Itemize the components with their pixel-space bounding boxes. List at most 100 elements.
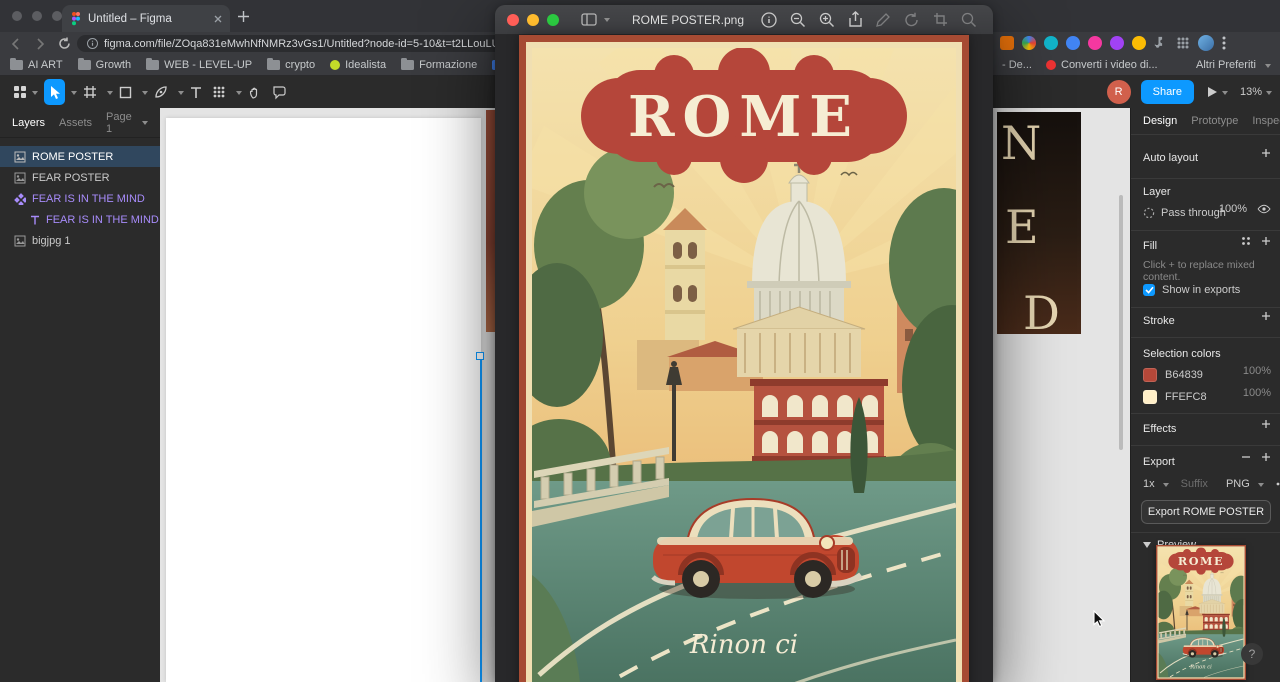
crop-icon[interactable]: [933, 12, 948, 27]
layer-row-text[interactable]: FEAR IS IN THE MIND: [0, 209, 160, 230]
export-format[interactable]: PNG: [1226, 478, 1250, 490]
tab-prototype[interactable]: Prototype: [1191, 115, 1238, 127]
maximize-window-icon[interactable]: [52, 11, 62, 21]
color-opacity[interactable]: 100%: [1243, 387, 1271, 399]
fear-poster-canvas[interactable]: N E D: [997, 112, 1081, 334]
close-tab-icon[interactable]: [214, 15, 222, 23]
bookmark-item[interactable]: Idealista: [330, 59, 386, 71]
add-effect-icon[interactable]: [1261, 419, 1271, 429]
extension-icon[interactable]: [1066, 36, 1080, 50]
apps-grid-icon[interactable]: [1176, 36, 1190, 50]
extension-icon[interactable]: [1088, 36, 1102, 50]
chevron-down-icon[interactable]: [236, 91, 242, 98]
bookmark-item[interactable]: Growth: [78, 59, 131, 71]
layer-row-fear-poster[interactable]: FEAR POSTER: [0, 167, 160, 188]
rotate-icon[interactable]: [904, 12, 920, 27]
browser-menu-icon[interactable]: [1222, 36, 1226, 50]
color-opacity[interactable]: 100%: [1243, 365, 1271, 377]
share-icon[interactable]: [848, 11, 863, 28]
minimize-window-icon[interactable]: [32, 11, 42, 21]
add-export-icon[interactable]: [1261, 452, 1271, 462]
extension-icon[interactable]: [1044, 36, 1058, 50]
shape-tool[interactable]: [115, 79, 136, 105]
eye-icon[interactable]: [1257, 204, 1271, 214]
show-in-exports-checkbox[interactable]: [1143, 284, 1155, 296]
layer-row-bigjpg[interactable]: bigjpg 1: [0, 230, 160, 251]
bookmarks-overflow[interactable]: Altri Preferiti: [1196, 59, 1271, 71]
color-swatch[interactable]: [1143, 390, 1157, 404]
resources-tool[interactable]: [208, 79, 230, 105]
bookmark-item[interactable]: WEB - LEVEL-UP: [146, 59, 252, 71]
close-window-icon[interactable]: [12, 11, 22, 21]
page-selector[interactable]: Page 1: [106, 111, 148, 135]
frame-tool[interactable]: [79, 79, 101, 105]
bookmark-item[interactable]: AI ART: [10, 59, 63, 71]
move-tool[interactable]: [44, 79, 65, 105]
preview-window[interactable]: ROME POSTER.png: [495, 5, 993, 682]
remove-export-icon[interactable]: [1241, 452, 1251, 462]
export-suffix-field[interactable]: Suffix: [1181, 478, 1208, 490]
extension-icon[interactable]: [1132, 36, 1146, 50]
zoom-out-icon[interactable]: [790, 12, 806, 28]
present-icon[interactable]: [1206, 86, 1218, 98]
selection-handle[interactable]: [476, 352, 484, 360]
bookmark-item[interactable]: - De...: [1002, 59, 1032, 71]
comment-tool[interactable]: [268, 79, 291, 105]
search-icon[interactable]: [961, 12, 977, 28]
back-icon[interactable]: [10, 38, 24, 50]
blend-mode-value[interactable]: Pass through: [1161, 207, 1226, 219]
add-fill-icon[interactable]: [1261, 236, 1271, 246]
color-hex[interactable]: B64839: [1165, 369, 1203, 381]
chevron-down-icon[interactable]: [178, 91, 184, 98]
layer-row-rome-poster[interactable]: ROME POSTER: [0, 146, 160, 167]
preview-window-titlebar[interactable]: ROME POSTER.png: [495, 5, 993, 35]
layer-opacity-value[interactable]: 100%: [1219, 203, 1247, 215]
chevron-down-icon[interactable]: [71, 91, 77, 98]
hand-tool[interactable]: [244, 79, 266, 105]
site-info-icon[interactable]: [87, 38, 98, 49]
new-tab-icon[interactable]: [238, 11, 249, 22]
collapse-triangle-icon[interactable]: [1143, 542, 1151, 548]
minimize-window-icon[interactable]: [527, 14, 539, 26]
fill-styles-icon[interactable]: [1241, 236, 1251, 246]
extension-icon[interactable]: [1000, 36, 1014, 50]
forward-icon[interactable]: [34, 38, 48, 50]
tab-layers[interactable]: Layers: [12, 117, 45, 129]
color-hex[interactable]: FFEFC8: [1165, 391, 1207, 403]
extensions-puzzle-icon[interactable]: [1154, 36, 1168, 50]
chevron-down-icon[interactable]: [1222, 91, 1228, 98]
tab-inspect[interactable]: Inspect: [1252, 115, 1280, 127]
profile-avatar[interactable]: [1198, 35, 1214, 51]
maximize-window-icon[interactable]: [547, 14, 559, 26]
reload-icon[interactable]: [58, 37, 71, 50]
extension-icon[interactable]: [1110, 36, 1124, 50]
bookmark-item[interactable]: Formazione: [401, 59, 477, 71]
markup-icon[interactable]: [876, 12, 891, 27]
color-swatch[interactable]: [1143, 368, 1157, 382]
canvas-scrollbar[interactable]: [1119, 195, 1123, 450]
close-window-icon[interactable]: [507, 14, 519, 26]
bookmark-item[interactable]: Converti i video di...: [1046, 59, 1158, 71]
chevron-down-icon[interactable]: [107, 91, 113, 98]
export-scale[interactable]: 1x: [1143, 478, 1155, 490]
user-avatar[interactable]: R: [1107, 80, 1131, 104]
pen-tool[interactable]: [150, 79, 172, 105]
bookmark-item[interactable]: crypto: [267, 59, 315, 71]
tab-design[interactable]: Design: [1143, 115, 1177, 127]
more-options-icon[interactable]: [1276, 482, 1280, 486]
add-stroke-icon[interactable]: [1261, 311, 1271, 321]
info-icon[interactable]: [761, 12, 777, 28]
extension-icon[interactable]: [1022, 36, 1036, 50]
chevron-down-icon[interactable]: [142, 91, 148, 98]
tab-assets[interactable]: Assets: [59, 117, 92, 129]
zoom-level[interactable]: 13%: [1240, 86, 1262, 98]
chevron-down-icon[interactable]: [1266, 91, 1272, 98]
figma-main-menu[interactable]: [8, 79, 42, 105]
sidebar-toggle[interactable]: [581, 13, 610, 26]
browser-tab[interactable]: Untitled – Figma: [62, 5, 230, 32]
layer-row-component[interactable]: FEAR IS IN THE MIND: [0, 188, 160, 209]
text-tool[interactable]: [186, 79, 206, 105]
share-button[interactable]: Share: [1141, 80, 1194, 104]
export-button[interactable]: Export ROME POSTER: [1141, 500, 1271, 524]
zoom-in-icon[interactable]: [819, 12, 835, 28]
